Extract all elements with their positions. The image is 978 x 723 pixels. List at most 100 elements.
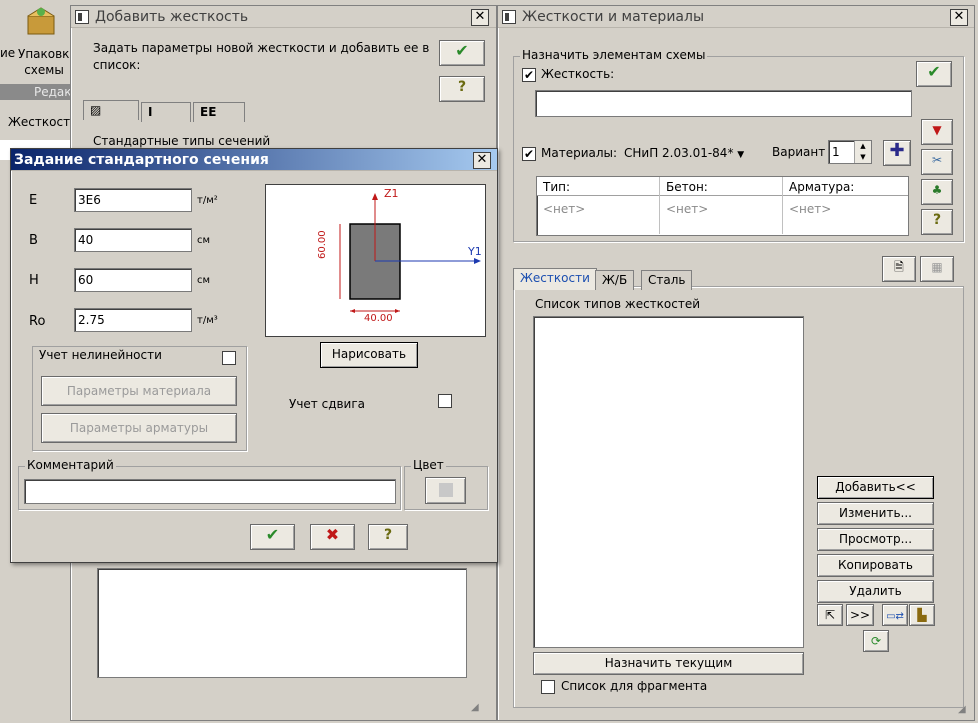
width-dim-label: 40.00 bbox=[364, 313, 393, 324]
chart-icon: ▙ bbox=[917, 608, 927, 622]
stiff-mat-title: Жесткости и материалы bbox=[522, 9, 704, 25]
nonlinear-label: Учет нелинейности bbox=[39, 348, 162, 362]
table-divider bbox=[659, 177, 660, 234]
tab-double[interactable]: EE bbox=[193, 102, 245, 122]
stiffness-checkbox[interactable]: ✔ bbox=[522, 68, 536, 82]
height-dim-label: 60.00 bbox=[317, 230, 328, 259]
select-button[interactable]: ⇱ bbox=[817, 604, 843, 626]
shear-label: Учет сдвига bbox=[289, 397, 366, 411]
copy-button[interactable]: Копировать bbox=[817, 554, 934, 577]
material-params-button[interactable]: Параметры материала bbox=[41, 376, 237, 406]
plus-icon: ✚ bbox=[889, 140, 905, 161]
stiffness-list-label: Список типов жесткостей bbox=[535, 297, 701, 311]
tab-steel[interactable]: Сталь bbox=[641, 270, 693, 290]
window-icon bbox=[502, 10, 516, 24]
scissors-icon: ✂ bbox=[931, 153, 943, 167]
copy-doc-button[interactable]: 🗎 bbox=[882, 256, 916, 282]
table-cell-type: <нет> bbox=[543, 202, 586, 216]
table-header-type: Тип: bbox=[543, 180, 571, 194]
assign-group-title: Назначить элементам схемы bbox=[520, 48, 708, 62]
tab-stiffness[interactable]: Жесткости bbox=[513, 268, 597, 290]
comment-input[interactable] bbox=[24, 479, 396, 504]
param-e-unit: т/м² bbox=[197, 195, 218, 206]
help-button[interactable]: ? bbox=[439, 76, 485, 102]
stiff-mat-titlebar: Жесткости и материалы bbox=[498, 6, 974, 28]
refresh-button[interactable]: ⟳ bbox=[863, 630, 889, 652]
chart-button[interactable]: ▙ bbox=[909, 604, 935, 626]
fragment-label: Список для фрагмента bbox=[561, 679, 708, 693]
param-e-input[interactable]: 3E6 bbox=[74, 188, 192, 212]
toolbar-packing-label[interactable]: Упаковка схемы bbox=[18, 46, 77, 78]
edit-button[interactable]: Изменить... bbox=[817, 502, 934, 525]
next-button[interactable]: >> bbox=[846, 604, 874, 626]
stiffness-types-list[interactable] bbox=[533, 316, 804, 648]
paste-button[interactable]: ▦ bbox=[920, 256, 954, 282]
tab-hatch[interactable]: ▨ bbox=[83, 100, 139, 120]
close-button[interactable]: ✕ bbox=[471, 9, 489, 26]
filter-button[interactable]: ▼ bbox=[921, 119, 953, 145]
filter-icon: ▼ bbox=[932, 123, 942, 137]
shear-checkbox[interactable] bbox=[438, 394, 452, 408]
param-b-input[interactable]: 40 bbox=[74, 228, 192, 252]
chevron-down-icon: ▼ bbox=[737, 150, 745, 160]
nonlinear-checkbox[interactable] bbox=[222, 351, 236, 365]
table-cell-rebar: <нет> bbox=[789, 202, 832, 216]
y-axis-label: Y1 bbox=[468, 245, 482, 258]
table-header-concrete: Бетон: bbox=[666, 180, 708, 194]
cancel-button[interactable]: ✖ bbox=[310, 524, 355, 550]
apply-button[interactable]: ✔ bbox=[439, 40, 485, 66]
color-picker-button[interactable] bbox=[425, 477, 466, 504]
ribbon-edit-label: Редак bbox=[34, 85, 72, 99]
close-button[interactable]: ✕ bbox=[473, 152, 491, 169]
spinner-arrows-icon[interactable]: ▲ ▼ bbox=[854, 141, 871, 163]
add-stiffness-title: Добавить жесткость bbox=[95, 9, 249, 25]
view-button[interactable]: Просмотр... bbox=[817, 528, 934, 551]
assign-stiffness-button[interactable]: ✔ bbox=[916, 61, 952, 87]
help-button[interactable]: ? bbox=[921, 209, 953, 235]
add-dialog-description: Задать параметры новой жесткости и добав… bbox=[93, 41, 430, 72]
std-types-label: Стандартные типы сечений bbox=[93, 134, 271, 148]
question-icon: ? bbox=[383, 527, 393, 543]
delete-button[interactable]: Удалить bbox=[817, 580, 934, 603]
left-stiffness-tab[interactable]: Жесткости bbox=[8, 115, 78, 129]
add-stiffness-titlebar: Добавить жесткость bbox=[71, 6, 496, 28]
norm-dropdown[interactable]: СНиП 2.03.01-84* ▼ bbox=[624, 146, 744, 160]
distribute-button[interactable]: ▭⇄ bbox=[882, 604, 908, 626]
table-divider bbox=[782, 177, 783, 234]
param-ro-label: Ro bbox=[29, 314, 46, 329]
toolbar-label-left: ие bbox=[0, 46, 16, 60]
materials-checkbox[interactable]: ✔ bbox=[522, 147, 536, 161]
stiffness-list-box[interactable] bbox=[97, 568, 467, 678]
close-button[interactable]: ✕ bbox=[950, 9, 968, 26]
draw-button[interactable]: Нарисовать bbox=[320, 342, 418, 368]
tab-ibeam[interactable]: I bbox=[141, 102, 191, 122]
checkmark-icon: ✔ bbox=[455, 41, 469, 60]
resize-grip-icon: ◢ bbox=[958, 704, 966, 715]
param-b-unit: см bbox=[197, 235, 211, 246]
help-button[interactable]: ? bbox=[368, 524, 408, 550]
rebar-params-button[interactable]: Параметры арматуры bbox=[41, 413, 237, 443]
cut-button[interactable]: ✂ bbox=[921, 149, 953, 175]
set-current-button[interactable]: Назначить текущим bbox=[533, 652, 804, 675]
tab-rc[interactable]: Ж/Б bbox=[595, 270, 635, 290]
cursor-filter-icon: ⇱ bbox=[824, 608, 836, 622]
color-label: Цвет bbox=[411, 458, 446, 472]
document-icon: 🗎 bbox=[894, 260, 904, 274]
paste-icon: ▦ bbox=[931, 260, 943, 274]
add-material-button[interactable]: ✚ bbox=[883, 140, 911, 166]
table-cell-concrete: <нет> bbox=[666, 202, 709, 216]
param-ro-input[interactable]: 2.75 bbox=[74, 308, 192, 332]
param-h-input[interactable]: 60 bbox=[74, 268, 192, 292]
add-button[interactable]: Добавить<< bbox=[817, 476, 934, 499]
brush-button[interactable]: ♣ bbox=[921, 179, 953, 205]
variant-label: Вариант bbox=[772, 145, 826, 159]
ok-button[interactable]: ✔ bbox=[250, 524, 295, 550]
fragment-checkbox[interactable] bbox=[541, 680, 555, 694]
refresh-icon: ⟳ bbox=[870, 634, 882, 648]
window-icon bbox=[75, 10, 89, 24]
stiffness-materials-window: Жесткости и материалы ✕ Назначить элемен… bbox=[497, 5, 975, 721]
stiffness-input[interactable] bbox=[535, 90, 912, 117]
resize-grip-icon: ◢ bbox=[471, 702, 479, 713]
param-b-label: B bbox=[29, 233, 38, 248]
package-icon bbox=[24, 4, 58, 38]
